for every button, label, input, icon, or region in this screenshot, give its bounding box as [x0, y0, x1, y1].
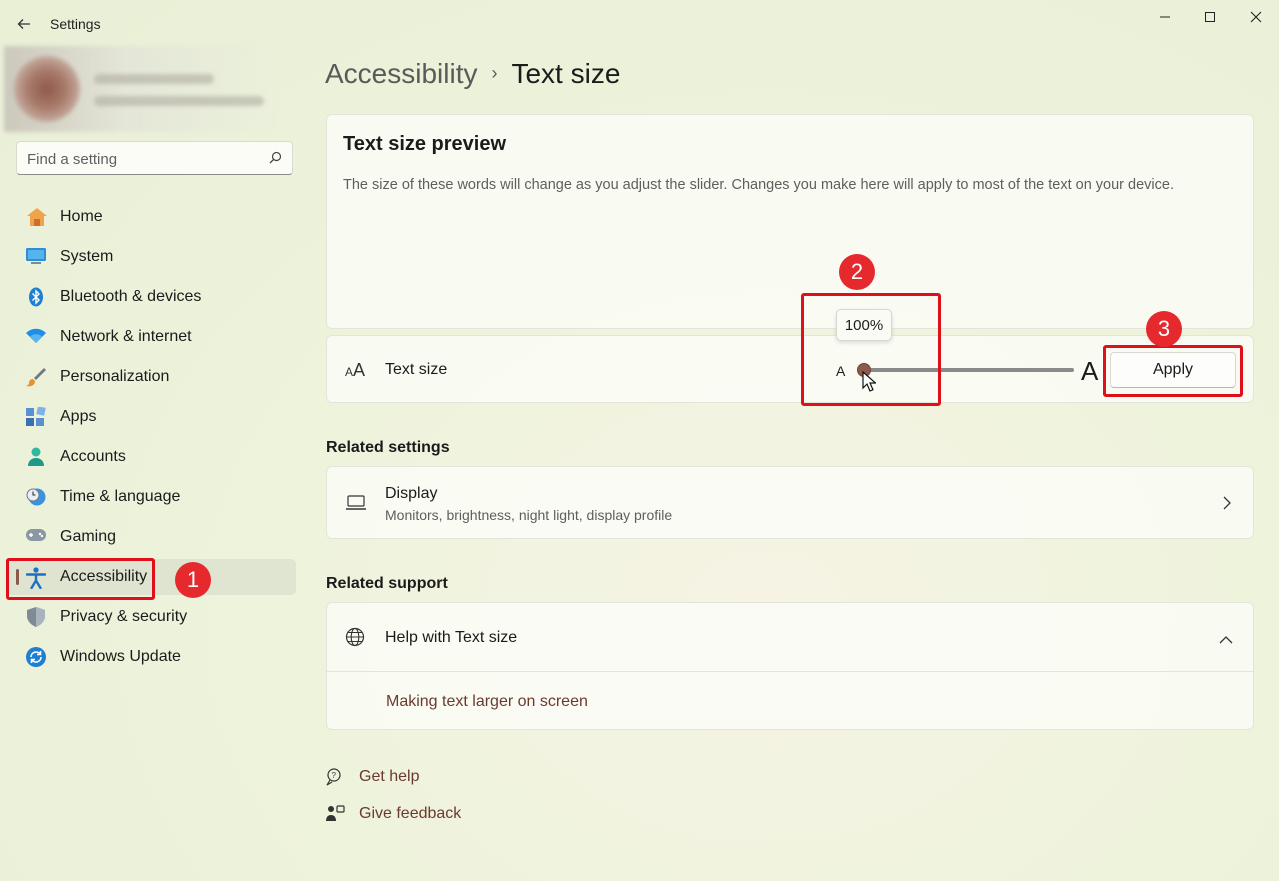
preview-title: Text size preview — [343, 133, 507, 155]
making-text-larger-link[interactable]: Making text larger on screen — [386, 693, 588, 711]
search-icon — [269, 151, 282, 169]
home-icon — [26, 207, 47, 227]
sidebar-item-windows-update[interactable]: Windows Update — [6, 639, 296, 675]
give-feedback-link[interactable]: Give feedback — [359, 805, 461, 823]
preview-description: The size of these words will change as y… — [343, 177, 1174, 193]
chevron-right-icon — [1223, 496, 1231, 515]
apps-icon — [26, 406, 46, 427]
text-size-label: Text size — [385, 361, 448, 378]
sidebar-item-accounts[interactable]: Accounts — [6, 439, 296, 475]
shield-icon — [26, 607, 46, 627]
sidebar-item-system[interactable]: System — [6, 239, 296, 275]
annotation-badge-3: 3 — [1146, 311, 1182, 347]
minimize-icon[interactable] — [1142, 4, 1188, 30]
annotation-badge-2: 2 — [839, 254, 875, 290]
wifi-icon — [26, 327, 46, 347]
sidebar-item-label: Home — [60, 208, 103, 225]
sidebar-item-label: Bluetooth & devices — [60, 288, 202, 305]
svg-text:?: ? — [332, 771, 337, 780]
sidebar-item-label: Apps — [60, 408, 97, 425]
get-help-link[interactable]: Get help — [359, 768, 419, 786]
display-settings-row[interactable]: Display Monitors, brightness, night ligh… — [326, 466, 1254, 539]
sidebar-nav: Home System Bluetooth & devices Network … — [6, 199, 296, 679]
sidebar-item-network-internet[interactable]: Network & internet — [6, 319, 296, 355]
breadcrumb: Accessibility › Text size — [325, 58, 620, 90]
avatar — [14, 56, 80, 122]
sidebar-item-label: System — [60, 248, 114, 265]
laptop-icon — [345, 495, 367, 516]
person-icon — [26, 447, 46, 467]
sidebar-item-personalization[interactable]: Personalization — [6, 359, 296, 395]
display-title: Display — [385, 485, 438, 502]
sidebar-item-bluetooth-devices[interactable]: Bluetooth & devices — [6, 279, 296, 315]
sidebar-item-label: Privacy & security — [60, 608, 188, 625]
sidebar-item-time-language[interactable]: Time & language — [6, 479, 296, 515]
gamepad-icon — [26, 527, 46, 547]
sidebar-item-label: Gaming — [60, 528, 117, 545]
sidebar-item-privacy-security[interactable]: Privacy & security — [6, 599, 296, 635]
back-arrow-icon[interactable] — [12, 12, 36, 36]
close-icon[interactable] — [1233, 4, 1279, 30]
chevron-up-icon — [1219, 631, 1233, 649]
text-size-icon: AA — [345, 360, 367, 383]
page-title: Text size — [511, 58, 621, 89]
system-icon — [26, 247, 46, 267]
slider-max-label: A — [1081, 356, 1099, 386]
sidebar-item-label: Windows Update — [60, 648, 181, 665]
related-settings-heading: Related settings — [326, 439, 450, 456]
annotation-box-apply — [1103, 345, 1243, 397]
help-expander-header[interactable]: Help with Text size — [327, 603, 1253, 672]
profile-name-blurred — [94, 74, 214, 84]
sidebar-item-apps[interactable]: Apps — [6, 399, 296, 435]
related-support-heading: Related support — [326, 575, 448, 592]
help-text-size-card: Help with Text size Making text larger o… — [326, 602, 1254, 730]
globe-icon — [345, 627, 365, 652]
annotation-box-accessibility — [6, 558, 155, 600]
help-title: Help with Text size — [385, 629, 518, 646]
title-bar: Settings — [0, 0, 1279, 46]
update-icon — [26, 647, 46, 667]
get-help-icon: ? — [325, 767, 345, 792]
brush-icon — [26, 367, 46, 387]
sidebar-item-label: Time & language — [60, 488, 181, 505]
clock-globe-icon — [26, 487, 46, 507]
annotation-badge-1: 1 — [175, 562, 211, 598]
search-input[interactable]: Find a setting — [16, 141, 293, 175]
sidebar-item-label: Network & internet — [60, 328, 192, 345]
profile-email-blurred — [94, 96, 264, 106]
sidebar-item-gaming[interactable]: Gaming — [6, 519, 296, 555]
svg-text:A: A — [345, 365, 353, 378]
maximize-icon[interactable] — [1187, 4, 1233, 30]
window-title: Settings — [50, 16, 101, 32]
breadcrumb-separator: › — [491, 63, 498, 83]
user-profile[interactable] — [4, 46, 273, 132]
svg-text:A: A — [353, 360, 365, 378]
annotation-box-slider — [801, 293, 941, 406]
sidebar-item-label: Personalization — [60, 368, 170, 385]
sidebar-item-label: Accounts — [60, 448, 126, 465]
breadcrumb-parent[interactable]: Accessibility — [325, 58, 477, 89]
sidebar-item-home[interactable]: Home — [6, 199, 296, 235]
display-subtitle: Monitors, brightness, night light, displ… — [385, 507, 673, 523]
bluetooth-icon — [26, 287, 46, 307]
give-feedback-icon — [325, 804, 345, 829]
text-size-preview-card: Text size preview The size of these word… — [326, 114, 1254, 329]
search-placeholder: Find a setting — [27, 151, 118, 168]
